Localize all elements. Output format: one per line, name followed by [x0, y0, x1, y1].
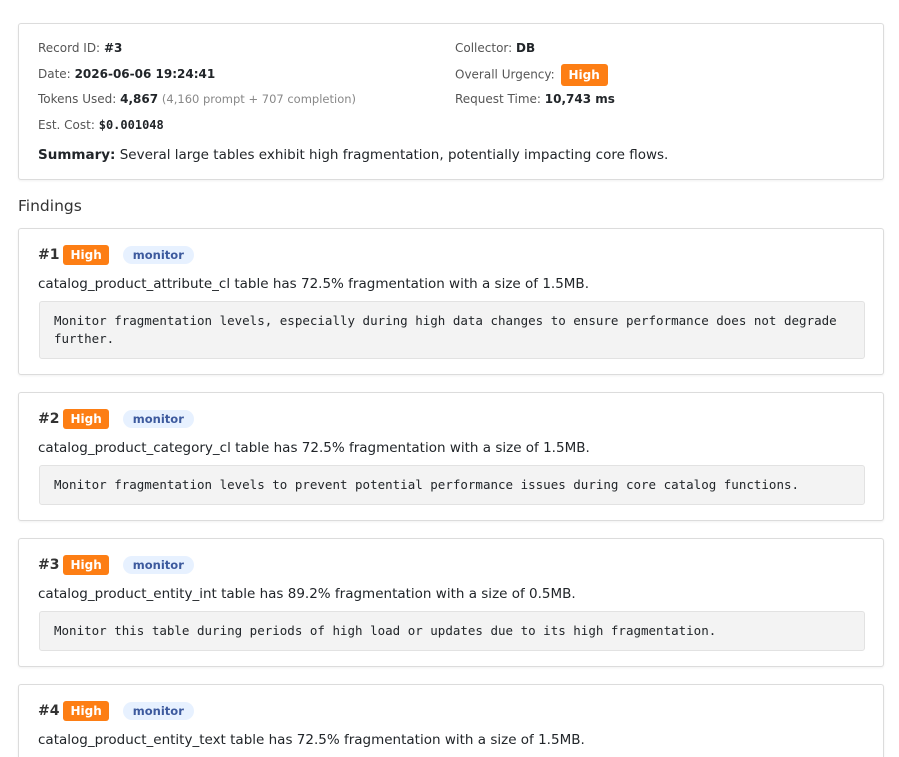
- finding-action-tag: monitor: [122, 702, 194, 720]
- finding-number: #1: [38, 247, 60, 263]
- finding-urgency-badge: High: [63, 555, 109, 575]
- finding-header: #1 High monitor: [38, 245, 194, 265]
- finding-recommendation: Monitor this table during periods of hig…: [39, 611, 865, 651]
- finding-urgency-badge: High: [63, 701, 109, 721]
- finding-action-tag: monitor: [122, 410, 194, 428]
- finding-card: #2 High monitor catalog_product_category…: [18, 392, 884, 521]
- record-id-row: Record ID: #3: [38, 40, 122, 56]
- finding-number: #3: [38, 557, 60, 573]
- finding-card: #4 High monitor catalog_product_entity_t…: [18, 684, 884, 757]
- finding-urgency-badge: High: [63, 409, 109, 429]
- tokens-used-row: Tokens Used: 4,867 (4,160 prompt + 707 c…: [38, 91, 356, 107]
- finding-number: #4: [38, 703, 60, 719]
- finding-urgency-badge: High: [63, 245, 109, 265]
- summary-line: Summary: Several large tables exhibit hi…: [38, 146, 668, 164]
- record-id-value: #3: [103, 41, 123, 55]
- finding-description: catalog_product_entity_int table has 89.…: [38, 586, 576, 602]
- tokens-used-label: Tokens Used:: [38, 92, 117, 106]
- finding-recommendation: Monitor fragmentation levels to prevent …: [39, 465, 865, 505]
- finding-description: catalog_product_category_cl table has 72…: [38, 440, 590, 456]
- est-cost-value: $0.001048: [98, 118, 164, 132]
- record-date-row: Date: 2026-06-06 19:24:41: [38, 66, 215, 82]
- record-summary-card: Record ID: #3 Date: 2026-06-06 19:24:41 …: [18, 23, 884, 180]
- est-cost-label: Est. Cost:: [38, 118, 95, 132]
- collector-label: Collector:: [455, 41, 513, 55]
- summary-label: Summary:: [38, 147, 116, 163]
- collector-value: DB: [516, 41, 536, 55]
- record-date-label: Date:: [38, 67, 71, 81]
- finding-header: #4 High monitor: [38, 701, 194, 721]
- summary-text: Several large tables exhibit high fragme…: [119, 147, 669, 163]
- overall-urgency-badge: High: [560, 64, 608, 86]
- tokens-used-value: 4,867: [120, 92, 159, 106]
- request-time-row: Request Time: 10,743 ms: [455, 91, 615, 107]
- request-time-value: 10,743 ms: [544, 92, 615, 106]
- finding-recommendation: Monitor fragmentation levels, especially…: [39, 301, 865, 359]
- collector-row: Collector: DB: [455, 40, 535, 56]
- finding-number: #2: [38, 411, 60, 427]
- finding-card: #3 High monitor catalog_product_entity_i…: [18, 538, 884, 667]
- findings-section-title: Findings: [18, 197, 82, 215]
- record-date-value: 2026-06-06 19:24:41: [74, 67, 216, 81]
- finding-action-tag: monitor: [122, 246, 194, 264]
- finding-header: #2 High monitor: [38, 409, 194, 429]
- record-id-label: Record ID:: [38, 41, 101, 55]
- request-time-label: Request Time:: [455, 92, 541, 106]
- finding-card: #1 High monitor catalog_product_attribut…: [18, 228, 884, 375]
- overall-urgency-label: Overall Urgency:: [455, 67, 555, 82]
- finding-description: catalog_product_entity_text table has 72…: [38, 732, 585, 748]
- finding-action-tag: monitor: [122, 556, 194, 574]
- est-cost-row: Est. Cost: $0.001048: [38, 117, 164, 133]
- finding-description: catalog_product_attribute_cl table has 7…: [38, 276, 589, 292]
- finding-header: #3 High monitor: [38, 555, 194, 575]
- tokens-used-detail: (4,160 prompt + 707 completion): [161, 92, 357, 106]
- overall-urgency-row: Overall Urgency: High: [455, 64, 608, 86]
